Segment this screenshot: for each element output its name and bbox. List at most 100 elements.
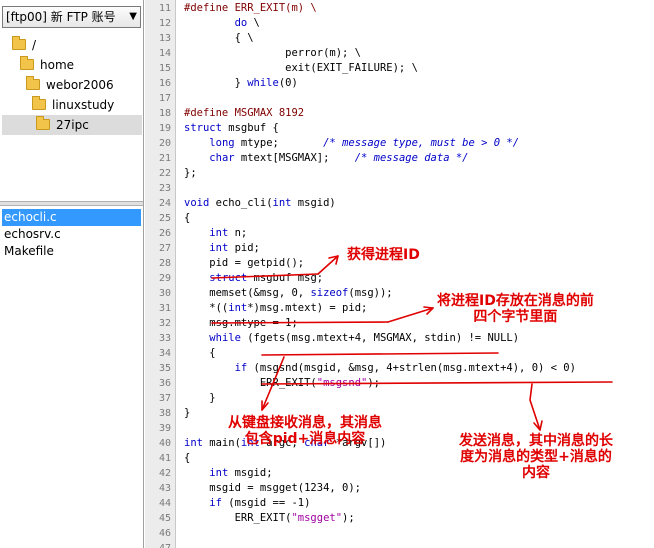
file-item-echocli[interactable]: echocli.c <box>2 209 141 226</box>
code-token: sizeof <box>310 287 349 299</box>
line-number: 21 <box>158 153 171 164</box>
code-line[interactable]: while (fgets(msg.mtext+4, MSGMAX, stdin)… <box>184 331 519 346</box>
code-line[interactable]: exit(EXIT_FAILURE); \ <box>184 61 418 76</box>
folder-icon <box>12 36 26 50</box>
code-token: pid; <box>228 242 260 254</box>
code-token: ); <box>342 512 355 524</box>
code-line[interactable]: { <box>184 346 215 361</box>
code-line[interactable]: { <box>184 451 190 466</box>
annotation-store-pid: 将进程ID存放在消息的前 四个字节里面 <box>437 293 594 325</box>
tree-node-linuxstudy[interactable]: linuxstudy <box>32 95 142 115</box>
line-number: 36 <box>158 378 171 389</box>
code-token: echo_cli( <box>209 197 273 209</box>
line-number: 24 <box>158 198 171 209</box>
file-list: echocli.c echosrv.c Makefile <box>0 207 143 547</box>
tree-node-label: home <box>40 58 75 72</box>
code-line[interactable]: } while(0) <box>184 76 298 91</box>
code-line[interactable]: }; <box>184 166 197 181</box>
line-number: 38 <box>158 408 171 419</box>
tree-node-label: / <box>32 38 37 52</box>
code-token: int <box>184 437 203 449</box>
code-token: /* message type, must be > 0 */ <box>323 137 520 149</box>
tree-node-home[interactable]: home <box>20 55 142 75</box>
code-token: (fgets(msg.mtext+4, MSGMAX, stdin) != NU… <box>240 332 520 344</box>
code-token: do <box>234 17 248 29</box>
code-line[interactable]: if (msgid == -1) <box>184 496 310 511</box>
line-number: 13 <box>158 33 171 44</box>
code-line[interactable]: } <box>184 406 190 421</box>
code-token: msgid = msgget(1234, 0); <box>184 482 362 494</box>
tree-node-webor2006[interactable]: webor2006 <box>26 75 142 95</box>
code-line[interactable]: perror(m); \ <box>184 46 361 61</box>
code-token: if <box>209 497 222 509</box>
code-line[interactable]: long mtype; /* message type, must be > 0… <box>184 136 519 151</box>
code-token: void <box>184 197 210 209</box>
code-line[interactable]: int n; <box>184 226 247 241</box>
code-line[interactable]: int msgid; <box>184 466 273 481</box>
code-token: msgid; <box>228 467 273 479</box>
line-number: 11 <box>158 3 171 14</box>
code-line[interactable]: msgid = msgget(1234, 0); <box>184 481 361 496</box>
code-token: mtype; <box>234 137 324 149</box>
code-token: { \ <box>184 32 254 44</box>
line-number: 40 <box>158 438 171 449</box>
code-line[interactable]: char mtext[MSGMAX]; /* message data */ <box>184 151 468 166</box>
file-item-makefile[interactable]: Makefile <box>2 243 141 260</box>
code-token: { <box>184 212 191 224</box>
file-item-echosrv[interactable]: echosrv.c <box>2 226 141 243</box>
line-number: 29 <box>158 273 171 284</box>
code-line[interactable]: #define ERR_EXIT(m) \ <box>184 1 317 16</box>
folder-icon <box>26 76 40 90</box>
panel-splitter[interactable] <box>0 201 143 206</box>
code-token: #define ERR_EXIT(m) \ <box>184 2 317 14</box>
line-number: 33 <box>158 333 171 344</box>
code-line[interactable]: } <box>184 391 216 406</box>
code-line[interactable]: int pid; <box>184 241 260 256</box>
code-token: }; <box>184 167 197 179</box>
code-token: while <box>247 77 279 89</box>
tree-node-root[interactable]: / <box>12 35 142 55</box>
code-token: int <box>209 242 229 254</box>
code-token: *(( <box>184 302 229 314</box>
code-token: pid = getpid(); <box>184 257 305 269</box>
code-line[interactable]: #define MSGMAX 8192 <box>184 106 304 121</box>
line-number: 35 <box>158 363 171 374</box>
code-line[interactable]: memset(&msg, 0, sizeof(msg)); <box>184 286 392 301</box>
code-line[interactable]: ERR_EXIT("msgget"); <box>184 511 355 526</box>
code-line[interactable]: *((int*)msg.mtext) = pid; <box>184 301 367 316</box>
code-line[interactable]: { <box>184 211 190 226</box>
code-token: msgbuf msg; <box>247 272 324 284</box>
code-token: struct <box>209 272 248 284</box>
code-line[interactable]: void echo_cli(int msgid) <box>184 196 336 211</box>
line-number: 26 <box>158 228 171 239</box>
line-number: 43 <box>158 483 171 494</box>
line-number: 12 <box>158 18 171 29</box>
code-line[interactable]: struct msgbuf msg; <box>184 271 323 286</box>
site-selector[interactable]: [ftp00] 新 FTP 账号 ▼ <box>2 6 141 28</box>
line-number: 42 <box>158 468 171 479</box>
code-token: if <box>234 362 248 374</box>
code-line[interactable]: { \ <box>184 31 254 46</box>
code-token: struct <box>184 122 222 134</box>
code-line[interactable]: do \ <box>184 16 260 31</box>
folder-icon <box>36 116 50 130</box>
annotation-msgsnd: 发送消息，其中消息的长 度为消息的类型+消息的 内容 <box>459 433 613 481</box>
chevron-down-icon[interactable]: ▼ <box>129 7 137 27</box>
tree-node-27ipc[interactable]: 27ipc <box>2 115 142 135</box>
code-line[interactable]: if (msgsnd(msgid, &msg, 4+strlen(msg.mte… <box>184 361 576 376</box>
code-token: long <box>209 137 235 149</box>
code-token: mtext[MSGMAX]; <box>234 152 355 164</box>
code-token: ); <box>367 377 380 389</box>
code-line[interactable]: ERR_EXIT("msgsnd"); <box>184 376 380 391</box>
code-line[interactable]: msg.mtype = 1; <box>184 316 298 331</box>
code-token: } <box>184 392 216 404</box>
code-token: (msgid == -1) <box>221 497 311 509</box>
code-line[interactable]: pid = getpid(); <box>184 256 304 271</box>
line-number: 44 <box>158 498 171 509</box>
code-line[interactable]: struct msgbuf { <box>184 121 279 136</box>
